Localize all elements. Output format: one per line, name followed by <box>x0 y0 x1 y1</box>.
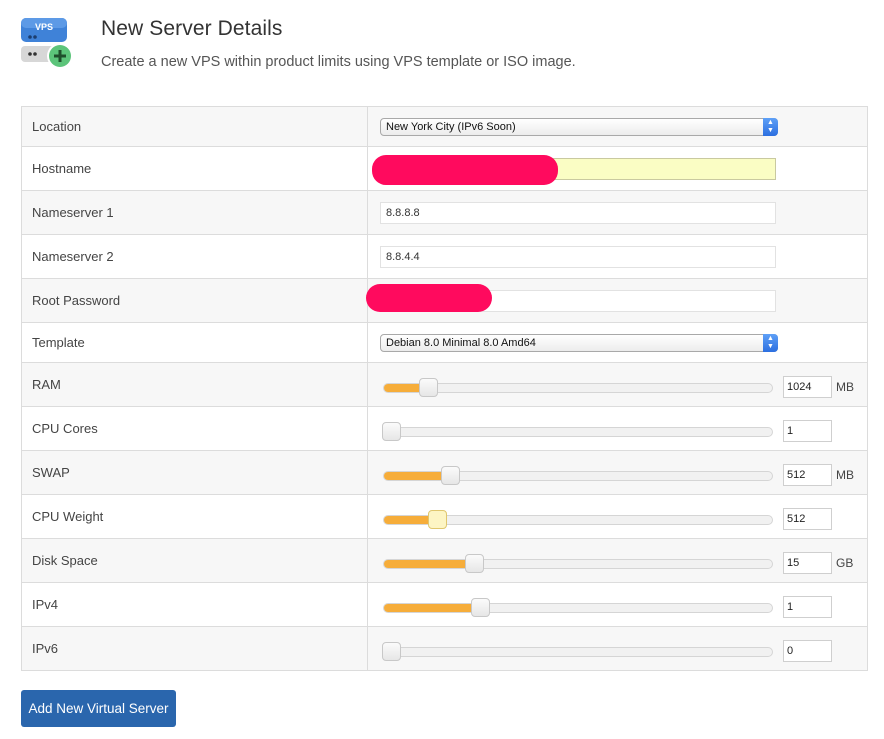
nameserver-1-label: Nameserver 1 <box>21 190 368 235</box>
location-select[interactable]: New York City (IPv6 Soon) ▲ ▼ <box>380 117 778 136</box>
slider-handle[interactable] <box>464 554 484 573</box>
select-arrows-icon: ▲ ▼ <box>763 333 778 352</box>
vps-icon-text: VPS <box>35 22 53 32</box>
template-row: Template Debian 8.0 Minimal 8.0 Amd64 ▲ ▼ <box>21 322 868 363</box>
slider-handle[interactable] <box>382 642 401 661</box>
ram-label: RAM <box>21 362 368 407</box>
page-header: VPS New Server Details Create a new VPS … <box>0 0 884 100</box>
slider-handle[interactable] <box>382 422 401 441</box>
hostname-label: Hostname <box>21 146 368 191</box>
nameserver-2-row: Nameserver 2 8.8.4.4 <box>21 234 868 279</box>
location-row: Location New York City (IPv6 Soon) ▲ ▼ <box>21 106 868 147</box>
redaction-mark <box>366 284 492 312</box>
ipv4-input[interactable]: 1 <box>783 596 832 618</box>
cpu-weight-slider[interactable] <box>383 510 773 529</box>
add-virtual-server-button[interactable]: Add New Virtual Server <box>21 690 176 727</box>
ipv6-slider[interactable] <box>382 642 773 661</box>
slider-handle[interactable] <box>440 466 460 485</box>
ram-unit: MB <box>836 380 854 394</box>
ipv6-input[interactable]: 0 <box>783 640 832 662</box>
ram-slider[interactable] <box>383 378 773 397</box>
root-password-row: Root Password <box>21 278 868 323</box>
swap-row: SWAP 512 MB <box>21 450 868 495</box>
server-details-form: Location New York City (IPv6 Soon) ▲ ▼ Ho… <box>21 106 868 671</box>
cpu-cores-slider[interactable] <box>382 422 773 441</box>
disk-space-row: Disk Space 15 GB <box>21 538 868 583</box>
template-selected-value: Debian 8.0 Minimal 8.0 Amd64 <box>386 336 536 349</box>
ipv4-label: IPv4 <box>21 582 368 627</box>
nameserver-1-input[interactable]: 8.8.8.8 <box>380 201 776 224</box>
template-label: Template <box>21 322 368 363</box>
nameserver-2-input[interactable]: 8.8.4.4 <box>380 245 776 268</box>
slider-fill <box>384 560 475 568</box>
ipv4-row: IPv4 1 <box>21 582 868 627</box>
page-subtitle: Create a new VPS within product limits u… <box>101 54 576 70</box>
ram-row: RAM 1024 MB <box>21 362 868 407</box>
cpu-cores-label: CPU Cores <box>21 406 368 451</box>
page-title: New Server Details <box>101 17 283 40</box>
slider-handle[interactable] <box>428 510 448 529</box>
disk-space-slider[interactable] <box>383 554 773 573</box>
redaction-mark <box>372 155 558 185</box>
cpu-weight-input[interactable]: 512 <box>783 508 832 530</box>
cpu-weight-label: CPU Weight <box>21 494 368 539</box>
slider-handle[interactable] <box>418 378 438 397</box>
disk-space-input[interactable]: 15 <box>783 552 832 574</box>
ram-input[interactable]: 1024 <box>783 376 832 398</box>
disk-space-unit: GB <box>836 556 854 570</box>
swap-unit: MB <box>836 468 854 482</box>
cpu-cores-input[interactable]: 1 <box>783 420 832 442</box>
location-label: Location <box>21 106 368 147</box>
slider-handle[interactable] <box>471 598 490 617</box>
nameserver-2-label: Nameserver 2 <box>21 234 368 279</box>
vps-add-icon: VPS <box>21 18 73 69</box>
hostname-row: Hostname <box>21 146 868 191</box>
disk-space-label: Disk Space <box>21 538 368 583</box>
swap-label: SWAP <box>21 450 368 495</box>
slider-fill <box>384 604 481 612</box>
cpu-cores-row: CPU Cores 1 <box>21 406 868 451</box>
cpu-weight-row: CPU Weight 512 <box>21 494 868 539</box>
ipv6-label: IPv6 <box>21 626 368 671</box>
ipv6-row: IPv6 0 <box>21 626 868 671</box>
root-password-label: Root Password <box>21 278 368 323</box>
ipv4-slider[interactable] <box>383 598 773 617</box>
template-select[interactable]: Debian 8.0 Minimal 8.0 Amd64 ▲ ▼ <box>380 333 778 352</box>
swap-input[interactable]: 512 <box>783 464 832 486</box>
swap-slider[interactable] <box>383 466 773 485</box>
location-selected-value: New York City (IPv6 Soon) <box>386 120 516 133</box>
select-arrows-icon: ▲ ▼ <box>763 117 778 136</box>
nameserver-1-row: Nameserver 1 8.8.8.8 <box>21 190 868 235</box>
